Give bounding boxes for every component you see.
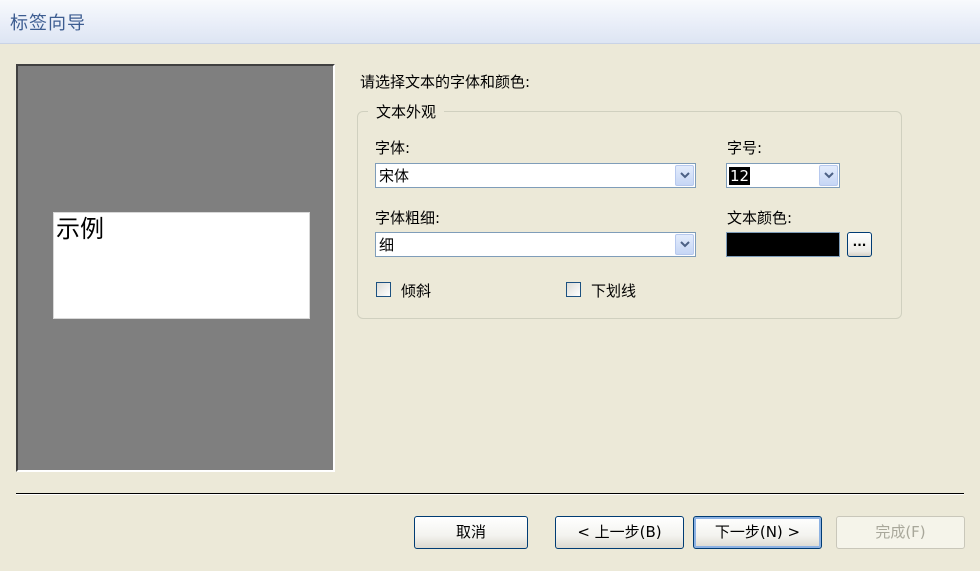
cancel-button[interactable]: 取消 xyxy=(414,516,528,549)
font-size-select[interactable]: 12 xyxy=(726,163,840,188)
sample-preview-box: 示例 xyxy=(53,212,310,319)
group-title: 文本外观 xyxy=(368,101,445,122)
instruction-text: 请选择文本的字体和颜色: xyxy=(360,73,531,91)
font-weight-label: 字体粗细: xyxy=(375,209,441,227)
chevron-down-icon[interactable] xyxy=(675,165,694,186)
sample-text: 示例 xyxy=(56,215,104,243)
font-size-label: 字号: xyxy=(727,139,763,157)
chevron-down-icon[interactable] xyxy=(819,165,838,186)
finish-button[interactable]: 完成(F) xyxy=(836,516,965,549)
window-title: 标签向导 xyxy=(10,13,86,34)
underline-checkbox[interactable] xyxy=(566,282,581,297)
text-color-label: 文本颜色: xyxy=(727,209,793,227)
font-select[interactable]: 宋体 xyxy=(375,163,696,188)
preview-panel: 示例 xyxy=(16,64,335,472)
font-select-value: 宋体 xyxy=(379,167,410,185)
text-color-swatch xyxy=(726,232,840,257)
font-label: 字体: xyxy=(375,139,411,157)
underline-label[interactable]: 下划线 xyxy=(591,280,636,301)
italic-label[interactable]: 倾斜 xyxy=(401,280,431,301)
font-weight-value: 细 xyxy=(379,236,395,254)
chevron-down-icon[interactable] xyxy=(675,234,694,255)
next-button[interactable]: 下一步(N) > xyxy=(693,516,822,549)
font-size-value: 12 xyxy=(729,167,751,185)
back-button[interactable]: < 上一步(B) xyxy=(555,516,684,549)
footer-separator xyxy=(16,493,964,495)
title-bar: 标签向导 xyxy=(0,0,980,44)
choose-color-button[interactable]: ... xyxy=(847,232,872,257)
font-weight-select[interactable]: 细 xyxy=(375,232,696,257)
italic-checkbox[interactable] xyxy=(376,282,391,297)
